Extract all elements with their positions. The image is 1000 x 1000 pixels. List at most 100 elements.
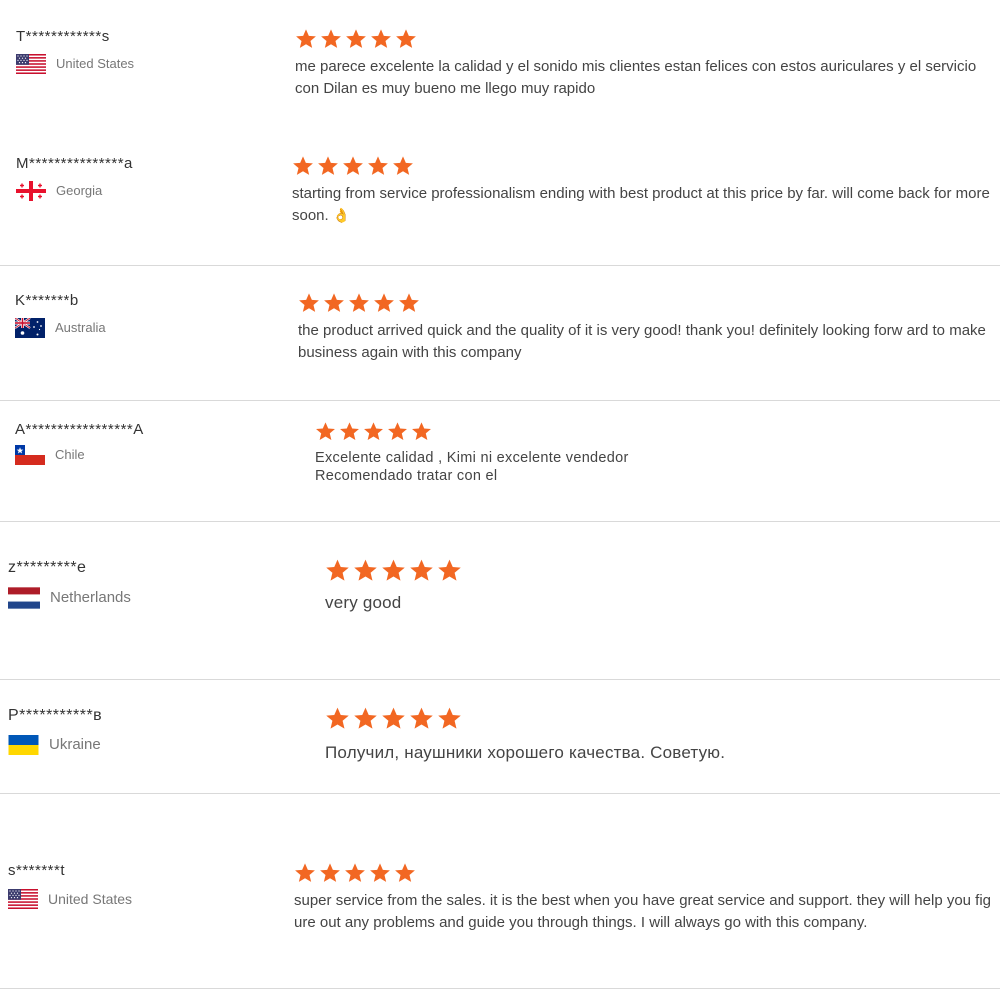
reviewer-country: Netherlands (8, 587, 131, 609)
review-body: starting from service professionalism en… (292, 155, 992, 226)
star-icon (325, 706, 350, 731)
star-icon (295, 28, 317, 50)
star-icon (394, 862, 416, 884)
review-body: super service from the sales. it is the … (294, 862, 994, 934)
reviewer-info: T************s United States (16, 28, 134, 74)
star-icon (398, 292, 420, 314)
star-icon (298, 292, 320, 314)
reviewer-country: Australia (15, 318, 106, 338)
reviewer-info: P***********в Ukraine (8, 707, 102, 755)
star-icon (411, 421, 432, 442)
star-icon (320, 28, 342, 50)
review-body: very good (325, 558, 825, 615)
star-icon (367, 155, 389, 177)
star-icon (294, 862, 316, 884)
star-icon (345, 28, 367, 50)
review-text: starting from service professionalism en… (292, 183, 992, 226)
reviewer-info: s*******t United States (8, 862, 132, 909)
georgia-flag-icon (16, 181, 46, 201)
review-text: Excelente calidad , Kimi ni excelente ve… (315, 449, 815, 485)
star-icon (353, 706, 378, 731)
reviewer-info: M***************a Georgia (16, 155, 133, 201)
review-text-line: Recomendado tratar con el (315, 468, 498, 484)
star-icon (319, 862, 341, 884)
star-icon (353, 558, 378, 583)
australia-flag-icon (15, 318, 45, 338)
star-icon (437, 706, 462, 731)
star-rating (294, 862, 994, 884)
reviewer-country: United States (16, 54, 134, 74)
reviewer-info: A*****************A Chile (15, 421, 144, 465)
row-divider (0, 988, 1000, 989)
star-icon (409, 558, 434, 583)
reviewer-name: A*****************A (15, 421, 144, 438)
row-divider (0, 400, 1000, 401)
chile-flag-icon (15, 445, 45, 465)
star-icon (325, 558, 350, 583)
star-icon (315, 421, 336, 442)
star-rating (325, 706, 925, 731)
star-icon (369, 862, 391, 884)
reviewer-name: M***************a (16, 155, 133, 172)
row-divider (0, 679, 1000, 680)
star-icon (339, 421, 360, 442)
star-rating (315, 421, 815, 442)
review-text: very good (325, 593, 402, 612)
reviewer-name: z*********e (8, 559, 87, 576)
star-icon (381, 706, 406, 731)
review-text: super service from the sales. it is the … (294, 892, 992, 931)
country-name: Ukraine (49, 736, 101, 753)
review-body: Получил, наушники хорошего качества. Сов… (325, 706, 925, 765)
reviewer-name: s*******t (8, 862, 66, 879)
star-rating (292, 155, 992, 177)
netherlands-flag-icon (8, 587, 40, 609)
star-icon (317, 155, 339, 177)
star-icon (381, 558, 406, 583)
star-rating (325, 558, 825, 583)
star-icon (395, 28, 417, 50)
star-icon (409, 706, 434, 731)
star-icon (370, 28, 392, 50)
country-name: Netherlands (50, 589, 131, 606)
star-icon (323, 292, 345, 314)
star-icon (344, 862, 366, 884)
row-divider (0, 793, 1000, 794)
reviewer-info: z*********e Netherlands (8, 559, 131, 609)
country-name: Georgia (56, 183, 103, 198)
star-icon (348, 292, 370, 314)
reviewer-country: Chile (15, 445, 144, 465)
us-flag-icon (16, 54, 46, 74)
star-icon (387, 421, 408, 442)
star-icon (392, 155, 414, 177)
review-text-content: starting from service professionalism en… (292, 185, 990, 224)
reviewer-country: Ukraine (8, 735, 102, 755)
review-text: the product arrived quick and the qualit… (298, 322, 986, 361)
reviewer-country: Georgia (16, 181, 133, 201)
country-name: Chile (55, 447, 85, 462)
ok-hand-emoji-icon: 👌 (332, 206, 351, 223)
country-name: United States (48, 891, 133, 907)
star-icon (363, 421, 384, 442)
review-text-line: Excelente calidad , Kimi ni excelente ve… (315, 450, 629, 466)
reviewer-name: T************s (16, 28, 110, 45)
review-body: the product arrived quick and the qualit… (298, 292, 992, 363)
review-text: me parece excelente la calidad y el soni… (295, 58, 977, 97)
reviewer-name: K*******b (15, 292, 79, 309)
star-icon (342, 155, 364, 177)
star-icon (373, 292, 395, 314)
review-text: Получил, наушники хорошего качества. Сов… (325, 743, 726, 762)
reviewer-info: K*******b Australia (15, 292, 106, 338)
star-rating (295, 28, 990, 50)
ukraine-flag-icon (8, 735, 39, 755)
row-divider (0, 521, 1000, 522)
star-icon (292, 155, 314, 177)
country-name: Australia (55, 320, 106, 335)
review-body: Excelente calidad , Kimi ni excelente ve… (315, 421, 815, 485)
reviewer-country: United States (8, 889, 132, 909)
country-name: United States (56, 56, 135, 71)
row-divider (0, 265, 1000, 266)
us-flag-icon (8, 889, 38, 909)
star-icon (437, 558, 462, 583)
reviewer-name: P***********в (8, 707, 103, 724)
star-rating (298, 292, 992, 314)
